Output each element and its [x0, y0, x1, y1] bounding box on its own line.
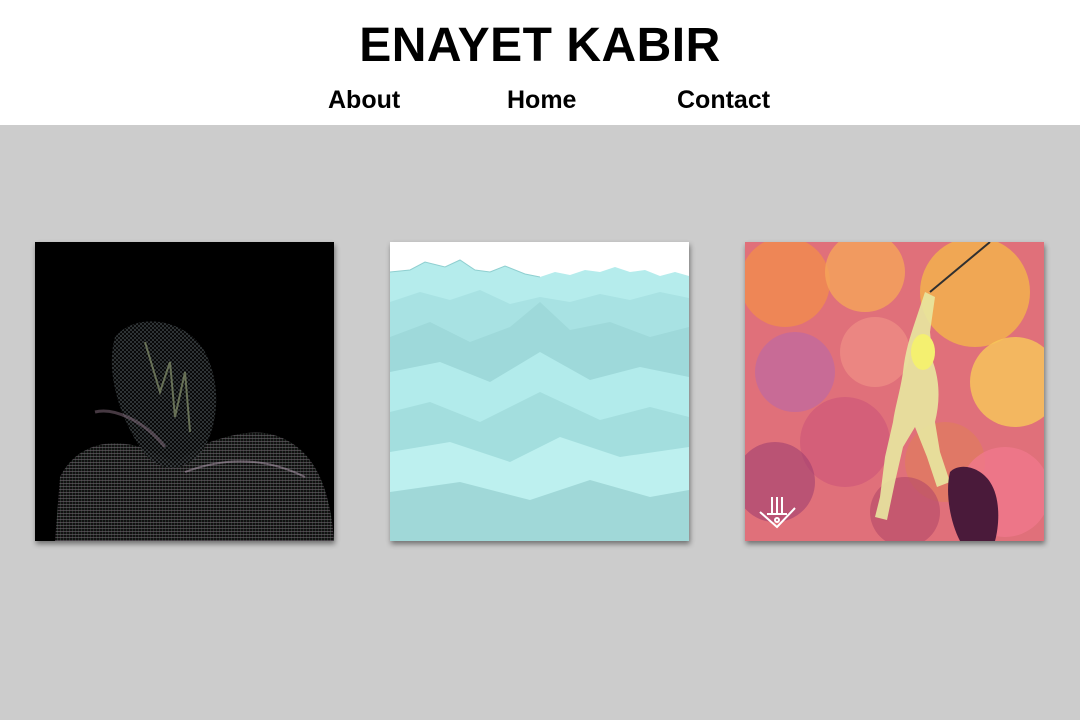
gallery-tile-aqua-terrain[interactable] — [390, 242, 689, 541]
nav-link-about[interactable]: About — [328, 85, 400, 115]
gallery-tile-colorful-figure[interactable] — [745, 242, 1044, 541]
aqua-terrain-artwork-image — [390, 242, 689, 541]
site-title[interactable]: ENAYET KABIR — [0, 18, 1080, 74]
gallery-tile-dark-figure[interactable] — [35, 242, 334, 541]
colorful-figure-artwork-image — [745, 242, 1044, 541]
nav-link-contact[interactable]: Contact — [677, 85, 770, 115]
dark-figure-artwork-image — [35, 242, 334, 541]
site-header: ENAYET KABIR About Home Contact — [0, 0, 1080, 125]
nav-link-home[interactable]: Home — [507, 85, 576, 115]
